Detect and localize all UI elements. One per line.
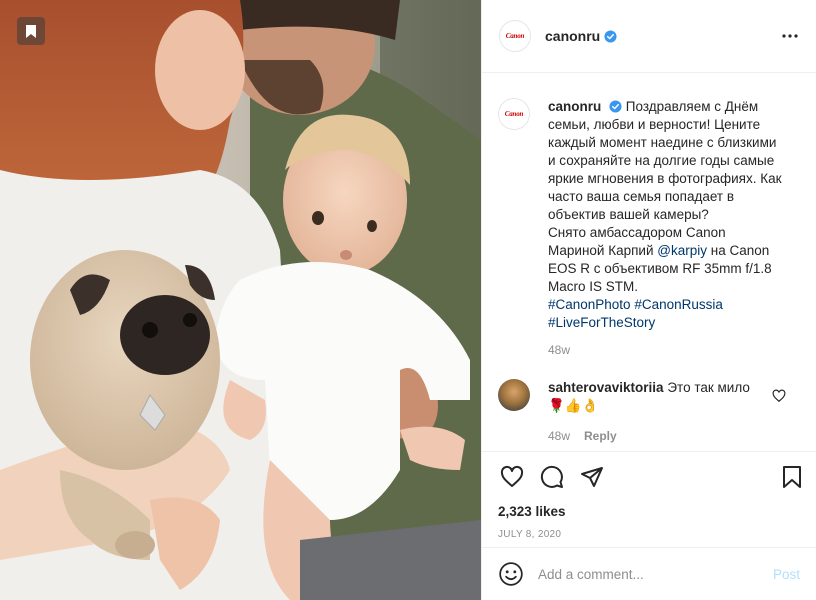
photo-illustration: [0, 0, 481, 600]
header-username[interactable]: canonru: [545, 28, 600, 44]
post-date[interactable]: JULY 8, 2020: [498, 529, 800, 540]
more-options-icon[interactable]: [780, 26, 800, 46]
comment-text: sahterovaviktoriia Это так мило🌹👍👌: [548, 379, 762, 415]
post-photo[interactable]: [0, 0, 481, 600]
comment-time: 48w: [548, 429, 571, 443]
post-actions: 2,323 likes JULY 8, 2020: [482, 451, 816, 540]
caption-body: Поздравляем с Днём семьи, любви и вернос…: [548, 99, 782, 222]
canon-logo: Canon: [505, 32, 525, 40]
caption-text: canonru Поздравляем с Днём семьи, любви …: [548, 98, 784, 332]
comment-input[interactable]: [538, 566, 758, 582]
emoji-icon[interactable]: [498, 561, 524, 587]
hashtag-link[interactable]: #CanonPhoto: [548, 297, 631, 312]
account-avatar[interactable]: Canon: [499, 20, 531, 52]
comment-bubble-icon[interactable]: [538, 463, 566, 491]
reply-button[interactable]: Reply: [584, 429, 617, 443]
comment-username[interactable]: sahterovaviktoriia: [548, 380, 664, 395]
post-button[interactable]: Post: [773, 567, 800, 582]
likes-count[interactable]: 2,323 likes: [498, 504, 800, 519]
hashtag-link[interactable]: #LiveForTheStory: [548, 315, 655, 330]
post-header: Canon canonru: [482, 0, 816, 73]
commenter-avatar[interactable]: [498, 379, 530, 411]
caption-time: 48w: [548, 343, 571, 357]
post-details-panel: Canon canonru Canon canonru Поздравляем …: [481, 0, 816, 600]
verified-badge-icon: [604, 29, 617, 43]
bookmark-icon[interactable]: [17, 17, 45, 45]
save-bookmark-icon[interactable]: [778, 463, 806, 491]
comments-list[interactable]: Canon canonru Поздравляем с Днём семьи, …: [482, 74, 816, 451]
comment-item: sahterovaviktoriia Это так мило🌹👍👌: [498, 379, 800, 415]
caption-avatar[interactable]: Canon: [498, 98, 530, 130]
caption: Canon canonru Поздравляем с Днём семьи, …: [498, 98, 800, 332]
mention-link[interactable]: @karpiy: [657, 243, 707, 258]
comment-meta: 48w Reply: [548, 429, 800, 443]
verified-badge-icon: [609, 100, 622, 113]
action-bar: [498, 452, 801, 502]
hashtag-link[interactable]: #CanonRussia: [634, 297, 723, 312]
canon-logo: Canon: [504, 110, 524, 118]
heart-icon[interactable]: [498, 463, 526, 491]
paper-plane-icon[interactable]: [578, 463, 606, 491]
comment-like-icon[interactable]: [772, 389, 786, 403]
caption-username[interactable]: canonru: [548, 99, 601, 114]
add-comment-bar: Post: [482, 547, 816, 600]
